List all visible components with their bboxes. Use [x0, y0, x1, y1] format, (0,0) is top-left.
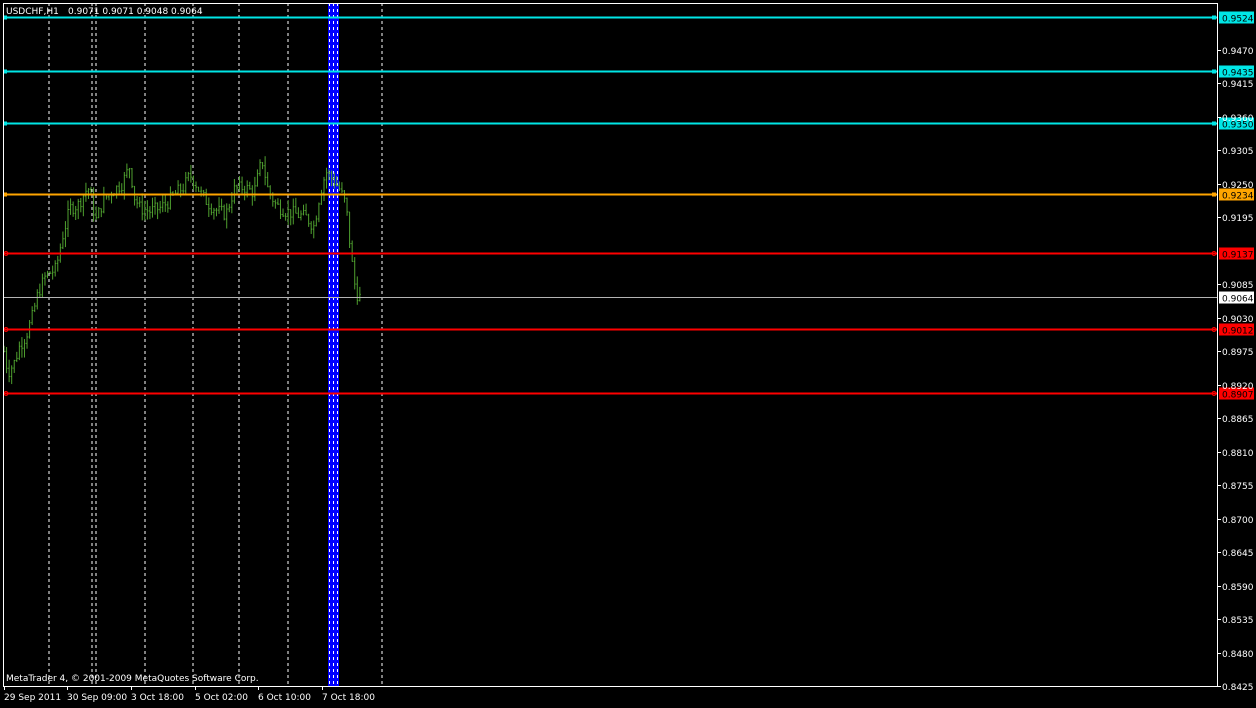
y-axis-tick-label: 0.8865 — [1222, 415, 1254, 425]
x-axis-tick-label: 5 Oct 02:00 — [195, 693, 248, 703]
y-axis-tick-label: 0.8975 — [1222, 348, 1254, 358]
y-axis-tick-label: 0.9360 — [1222, 114, 1254, 124]
x-axis-tick-label: 30 Sep 09:00 — [67, 693, 127, 703]
level-anchor-handle[interactable] — [1212, 192, 1216, 197]
y-axis-tick-label: 0.8645 — [1222, 549, 1254, 559]
y-axis-tick-label: 0.8590 — [1222, 583, 1254, 593]
y-axis-tick-label: 0.8810 — [1222, 449, 1254, 459]
y-axis-tick-label: 0.9305 — [1222, 147, 1254, 157]
price-level-label: 0.9234 — [1222, 192, 1254, 202]
x-axis-tick-label: 7 Oct 18:00 — [322, 693, 375, 703]
level-anchor-handle[interactable] — [1212, 121, 1216, 126]
chart-symbol-label: USDCHF,H1 — [6, 7, 59, 17]
bid-price-label: 0.9064 — [1222, 295, 1254, 305]
chart-background — [0, 0, 1256, 704]
chart-window[interactable]: 0.9524 0.9435 0.9350 0.9234 0.9137 0.9012 0.89… — [0, 0, 1256, 704]
level-anchor-handle[interactable] — [1212, 15, 1216, 20]
price-level-label: 0.8907 — [1222, 391, 1254, 401]
y-axis-tick-label: 0.9030 — [1222, 315, 1254, 325]
y-axis-tick-label: 0.8425 — [1222, 683, 1254, 693]
ohlc-readout: 0.9071 0.9071 0.9048 0.9064 — [68, 7, 203, 17]
price-level-label: 0.9137 — [1222, 251, 1254, 261]
x-axis-tick-label: 29 Sep 2011 — [4, 693, 61, 703]
x-axis-tick-label: 3 Oct 18:00 — [131, 693, 184, 703]
price-level-label: 0.9012 — [1222, 327, 1254, 337]
copyright-label: MetaTrader 4, © 2001-2009 MetaQuotes Sof… — [6, 674, 259, 684]
y-axis-tick-label: 0.8535 — [1222, 616, 1254, 626]
price-level-label: 0.9435 — [1222, 69, 1254, 79]
y-axis-tick-label: 0.9195 — [1222, 214, 1254, 224]
y-axis-tick-label: 0.8920 — [1222, 382, 1254, 392]
y-axis-tick-label: 0.8480 — [1222, 650, 1254, 660]
y-axis-tick-label: 0.9415 — [1222, 80, 1254, 90]
y-axis-tick-label: 0.8700 — [1222, 516, 1254, 526]
price-level-label: 0.9524 — [1222, 15, 1254, 25]
price-chart[interactable]: 0.95240.94350.93500.92340.91370.90120.89… — [0, 0, 1256, 704]
y-axis-tick-label: 0.9085 — [1222, 281, 1254, 291]
y-axis-tick-label: 0.9470 — [1222, 47, 1254, 57]
y-axis-tick-label: 0.9250 — [1222, 181, 1254, 191]
x-axis-tick-label: 6 Oct 10:00 — [258, 693, 311, 703]
y-axis-tick-label: 0.8755 — [1222, 482, 1254, 492]
level-anchor-handle[interactable] — [1212, 69, 1216, 74]
